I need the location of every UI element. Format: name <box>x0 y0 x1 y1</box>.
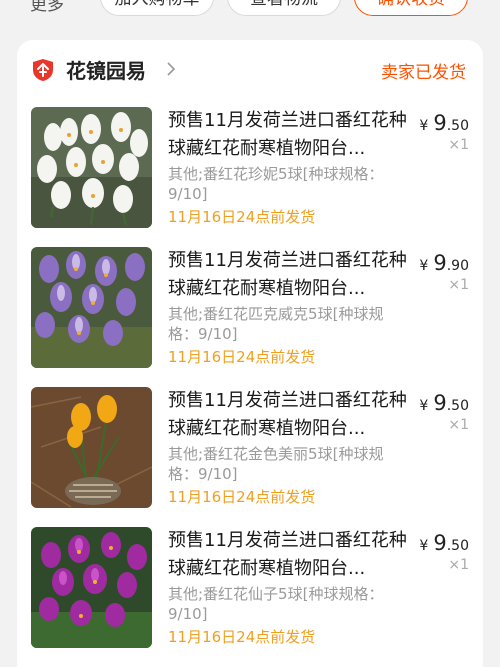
product-image[interactable] <box>31 527 152 648</box>
order-item[interactable]: 预售11月发荷兰进口番红花种球藏红花耐寒植物阳台... 其他;番红花珍妮5球[种… <box>17 107 483 247</box>
product-price: ¥ 9.50 <box>419 391 469 415</box>
price-integer: 9 <box>433 531 447 555</box>
price-decimal: .90 <box>446 258 469 274</box>
product-title[interactable]: 预售11月发荷兰进口番红花种球藏红花耐寒植物阳台... <box>168 247 408 303</box>
more-button[interactable]: 更多 <box>30 0 64 15</box>
shop-header[interactable]: 花镜园易 卖家已发货 <box>17 40 483 100</box>
product-spec: 其他;番红花珍妮5球[种球规格：9/10] <box>168 165 384 203</box>
price-decimal: .50 <box>446 538 469 554</box>
add-to-cart-button[interactable]: 加入购物车 <box>100 0 214 16</box>
ship-deadline: 11月16日24点前发货 <box>168 208 316 226</box>
product-price: ¥ 9.50 <box>419 111 469 135</box>
product-spec: 其他;番红花匹克威克5球[种球规格：9/10] <box>168 305 384 343</box>
currency-symbol: ¥ <box>419 398 429 414</box>
chevron-right-icon[interactable] <box>164 62 178 76</box>
price-decimal: .50 <box>446 398 469 414</box>
order-status: 卖家已发货 <box>381 63 466 83</box>
product-quantity: ×1 <box>448 557 469 573</box>
product-spec: 其他;番红花仙子5球[种球规格：9/10] <box>168 585 384 623</box>
product-title[interactable]: 预售11月发荷兰进口番红花种球藏红花耐寒植物阳台... <box>168 527 408 583</box>
order-item[interactable]: 预售11月发荷兰进口番红花种球藏红花耐寒植物阳台... 其他;番红花金色美丽5球… <box>17 387 483 527</box>
product-image[interactable] <box>31 387 152 508</box>
product-quantity: ×1 <box>448 417 469 433</box>
product-title[interactable]: 预售11月发荷兰进口番红花种球藏红花耐寒植物阳台... <box>168 107 408 163</box>
confirm-receipt-button[interactable]: 确认收货 <box>354 0 468 16</box>
product-price: ¥ 9.90 <box>419 251 469 275</box>
shop-name[interactable]: 花镜园易 <box>66 55 146 84</box>
ship-deadline: 11月16日24点前发货 <box>168 488 316 506</box>
price-integer: 9 <box>433 111 447 135</box>
product-image[interactable] <box>31 107 152 228</box>
ship-deadline: 11月16日24点前发货 <box>168 348 316 366</box>
price-integer: 9 <box>433 251 447 275</box>
product-price: ¥ 9.50 <box>419 531 469 555</box>
currency-symbol: ¥ <box>419 258 429 274</box>
order-item[interactable]: 预售11月发荷兰进口番红花种球藏红花耐寒植物阳台... 其他;番红花仙子5球[种… <box>17 527 483 667</box>
view-logistics-button[interactable]: 查看物流 <box>227 0 341 16</box>
product-quantity: ×1 <box>448 277 469 293</box>
currency-symbol: ¥ <box>419 118 429 134</box>
order-card: 花镜园易 卖家已发货 预售11月发荷兰进口番红花种球藏红花耐寒植物阳台... 其… <box>17 40 483 667</box>
order-item[interactable]: 预售11月发荷兰进口番红花种球藏红花耐寒植物阳台... 其他;番红花匹克威克5球… <box>17 247 483 387</box>
currency-symbol: ¥ <box>419 538 429 554</box>
product-image[interactable] <box>31 247 152 368</box>
price-decimal: .50 <box>446 118 469 134</box>
ship-deadline: 11月16日24点前发货 <box>168 628 316 646</box>
shop-logo-icon <box>33 59 53 81</box>
product-spec: 其他;番红花金色美丽5球[种球规格：9/10] <box>168 445 384 483</box>
product-quantity: ×1 <box>448 137 469 153</box>
product-title[interactable]: 预售11月发荷兰进口番红花种球藏红花耐寒植物阳台... <box>168 387 408 443</box>
order-action-bar: 更多 加入购物车 查看物流 确认收货 <box>0 0 500 36</box>
price-integer: 9 <box>433 391 447 415</box>
